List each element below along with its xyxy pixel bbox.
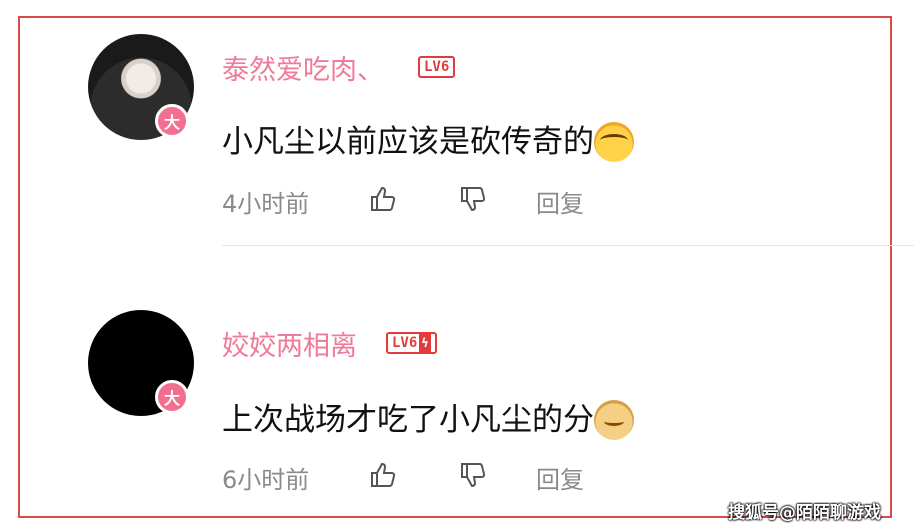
rank-badge: 大 [155, 104, 189, 138]
rank-badge-label: 大 [163, 389, 180, 408]
comment-text: 小凡尘以前应该是砍传奇的 [222, 116, 634, 164]
username[interactable]: 姣姣两相离 [222, 324, 357, 363]
level-label: LV6 [424, 59, 450, 75]
comment-item: 大 姣姣两相离 LV6 ϟ 上次战场才吃了小凡尘的分 6小时前 回复 [0, 276, 914, 516]
level-badge: LV6 [418, 56, 456, 78]
comment-text-body: 上次战场才吃了小凡尘的分 [222, 402, 594, 438]
like-button[interactable] [368, 184, 398, 214]
divider [222, 245, 914, 246]
comment-text: 上次战场才吃了小凡尘的分 [222, 394, 634, 442]
comment-item: 大 泰然爱吃肉、 LV6 小凡尘以前应该是砍传奇的 4小时前 回复 [0, 0, 914, 246]
lightning-bolt-icon: ϟ [419, 334, 431, 352]
rank-badge: 大 [155, 380, 189, 414]
username[interactable]: 泰然爱吃肉、 [222, 48, 384, 87]
watermark: 搜狐号@陌陌聊游戏 [728, 503, 881, 523]
thumbs-up-icon [371, 186, 396, 211]
reply-button[interactable]: 回复 [536, 184, 584, 219]
comment-time: 4小时前 [222, 190, 310, 218]
comment-time: 6小时前 [222, 466, 310, 494]
comment-text-body: 小凡尘以前应该是砍传奇的 [222, 124, 594, 160]
dislike-button[interactable] [458, 184, 488, 214]
laughing-crying-emoji-icon [594, 121, 634, 162]
level-label: LV6 [392, 335, 418, 351]
thumbs-down-icon [461, 187, 486, 212]
reply-button[interactable]: 回复 [536, 460, 584, 495]
rank-badge-label: 大 [163, 113, 180, 132]
dislike-button[interactable] [458, 460, 488, 490]
like-button[interactable] [368, 460, 398, 490]
doge-emoji-icon [594, 399, 634, 440]
level-badge: LV6 ϟ [386, 332, 437, 354]
thumbs-down-icon [461, 463, 486, 488]
thumbs-up-icon [371, 462, 396, 487]
